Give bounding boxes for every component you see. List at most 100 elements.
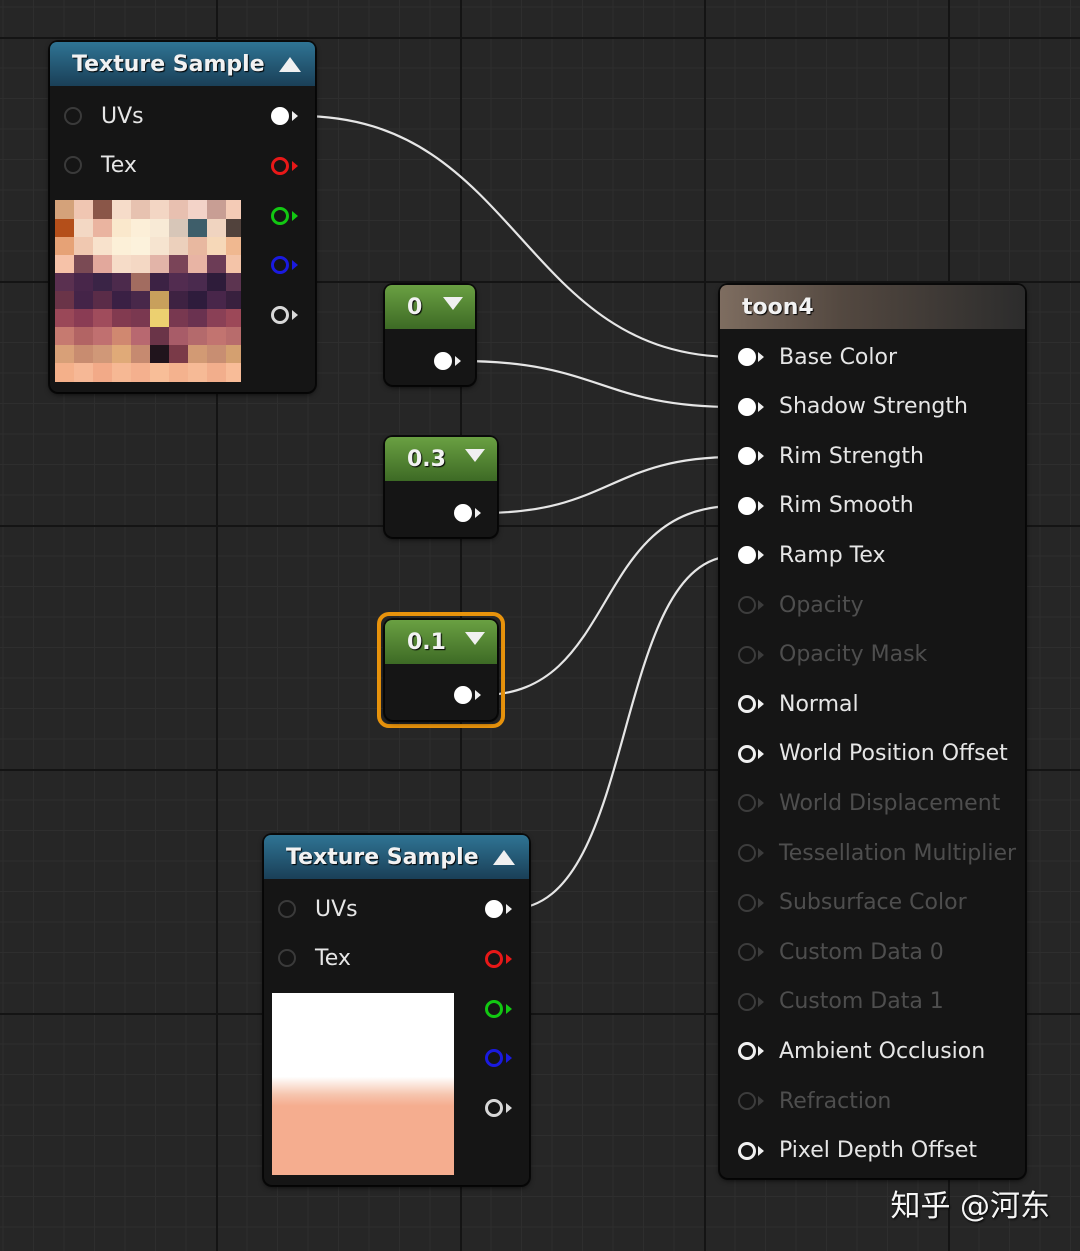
wire-constant-0.3-to-rim-strength	[481, 455, 736, 515]
pin-label: Tex	[315, 945, 351, 971]
constant-value[interactable]: 0	[407, 295, 422, 320]
pin-arrow-icon	[758, 848, 764, 858]
output-pin-a[interactable]	[271, 306, 289, 324]
input-pin-tex[interactable]: Tex	[278, 943, 351, 973]
pin-label: Tessellation Multiplier	[779, 840, 1017, 866]
input-pin-uvs[interactable]: UVs	[64, 101, 144, 131]
pin-arrow-icon	[758, 451, 764, 462]
output-pin-a[interactable]	[485, 1099, 503, 1117]
wire-uvs-to-base-color	[299, 114, 736, 359]
material-pin-opacity-mask: Opacity Mask	[738, 640, 927, 670]
pin-label: Custom Data 0	[779, 939, 944, 965]
pin-arrow-icon	[292, 161, 298, 171]
ramp-texture-preview	[272, 993, 454, 1175]
pin-arrow-icon	[292, 111, 298, 121]
texture-preview	[55, 200, 241, 382]
pin-circle-icon[interactable]	[738, 397, 756, 416]
node-header[interactable]: 0.3	[385, 437, 497, 481]
pin-arrow-icon	[475, 690, 481, 700]
pin-arrow-icon	[758, 699, 764, 710]
dropdown-arrow-icon[interactable]	[443, 297, 463, 310]
pin-label: Rim Strength	[779, 443, 924, 469]
material-result-node[interactable]: toon4 Base Color Shadow Strength Rim Stren…	[720, 285, 1025, 1178]
constant-node-0.3[interactable]: 0.3	[385, 437, 497, 537]
pin-circle-icon	[738, 645, 756, 664]
constant-value[interactable]: 0.1	[407, 630, 446, 655]
pin-arrow-icon	[455, 356, 461, 366]
pin-circle-icon[interactable]	[738, 744, 756, 763]
pin-circle-icon[interactable]	[738, 496, 756, 515]
node-header[interactable]: 0	[385, 285, 475, 329]
pin-label: Opacity	[779, 592, 864, 618]
pin-label: UVs	[101, 103, 144, 129]
output-pin[interactable]	[434, 352, 452, 370]
material-pin-world-position-offset[interactable]: World Position Offset	[738, 739, 1008, 769]
constant-node-0.1[interactable]: 0.1	[385, 620, 497, 720]
material-pin-world-displacement: World Displacement	[738, 788, 1000, 818]
pin-arrow-icon	[292, 260, 298, 270]
material-title: toon4	[742, 294, 814, 320]
material-pin-ramp-tex[interactable]: Ramp Tex	[738, 540, 886, 570]
material-pin-rim-strength[interactable]: Rim Strength	[738, 441, 924, 471]
constant-value[interactable]: 0.3	[407, 447, 446, 472]
pin-label: Pixel Depth Offset	[779, 1138, 977, 1164]
node-header[interactable]: Texture Sample	[264, 835, 529, 879]
pin-circle-icon[interactable]	[278, 949, 296, 967]
pin-circle-icon[interactable]	[64, 107, 82, 125]
constant-node-0[interactable]: 0	[385, 285, 475, 385]
output-pin-r[interactable]	[271, 157, 289, 175]
pin-circle-icon[interactable]	[64, 156, 82, 174]
input-pin-uvs[interactable]: UVs	[278, 894, 358, 924]
material-pin-base-color[interactable]: Base Color	[738, 342, 897, 372]
output-pin-g[interactable]	[271, 207, 289, 225]
output-pin-rgb[interactable]	[271, 107, 289, 125]
node-title: Texture Sample	[286, 844, 479, 870]
node-title: Texture Sample	[72, 51, 265, 77]
wire-ramp-texture-to-ramp-tex	[509, 554, 736, 911]
pin-label: World Position Offset	[779, 741, 1008, 767]
pin-label: Tex	[101, 152, 137, 178]
input-pin-tex[interactable]: Tex	[64, 150, 137, 180]
material-pin-ambient-occlusion[interactable]: Ambient Occlusion	[738, 1036, 985, 1066]
pin-circle-icon[interactable]	[738, 695, 756, 714]
output-pin[interactable]	[454, 504, 472, 522]
collapse-arrow-icon[interactable]	[279, 57, 301, 72]
pin-arrow-icon	[506, 1004, 512, 1014]
pin-circle-icon[interactable]	[738, 1042, 756, 1061]
pin-label: Opacity Mask	[779, 642, 928, 668]
wire-constant-0-to-shadow-strength	[459, 359, 736, 409]
watermark: 知乎 @河东	[890, 1189, 1050, 1224]
node-header[interactable]: 0.1	[385, 620, 497, 664]
output-pin[interactable]	[454, 686, 472, 704]
node-header[interactable]: toon4	[720, 285, 1025, 329]
collapse-arrow-icon[interactable]	[493, 850, 515, 865]
output-pin-r[interactable]	[485, 950, 503, 968]
material-pin-rim-smooth[interactable]: Rim Smooth	[738, 491, 914, 521]
pin-label: Ambient Occlusion	[779, 1038, 986, 1064]
material-pin-normal[interactable]: Normal	[738, 689, 859, 719]
pin-arrow-icon	[506, 954, 512, 964]
output-pin-g[interactable]	[485, 1000, 503, 1018]
pin-circle-icon[interactable]	[738, 546, 756, 565]
material-pin-custom-data-1: Custom Data 1	[738, 987, 944, 1017]
pin-arrow-icon	[758, 897, 764, 908]
texture-sample-node-1[interactable]: Texture Sample UVs Tex	[50, 42, 315, 392]
material-pin-shadow-strength[interactable]: Shadow Strength	[738, 392, 968, 422]
pin-circle-icon[interactable]	[738, 1141, 756, 1160]
pin-circle-icon[interactable]	[278, 900, 296, 918]
output-pin-rgb[interactable]	[485, 900, 503, 918]
dropdown-arrow-icon[interactable]	[465, 632, 485, 645]
material-pin-refraction: Refraction	[738, 1086, 891, 1116]
pin-circle-icon[interactable]	[738, 447, 756, 466]
pin-circle-icon	[738, 1092, 756, 1110]
pin-arrow-icon	[475, 508, 481, 518]
texture-sample-node-2[interactable]: Texture Sample UVs Tex	[264, 835, 529, 1185]
output-pin-b[interactable]	[485, 1049, 503, 1067]
material-pin-tessellation-multiplier: Tessellation Multiplier	[738, 838, 1016, 868]
output-pin-b[interactable]	[271, 256, 289, 274]
node-header[interactable]: Texture Sample	[50, 42, 315, 86]
material-pin-pixel-depth-offset[interactable]: Pixel Depth Offset	[738, 1136, 977, 1166]
pin-arrow-icon	[758, 1096, 764, 1106]
pin-circle-icon[interactable]	[738, 348, 756, 366]
dropdown-arrow-icon[interactable]	[465, 449, 485, 462]
